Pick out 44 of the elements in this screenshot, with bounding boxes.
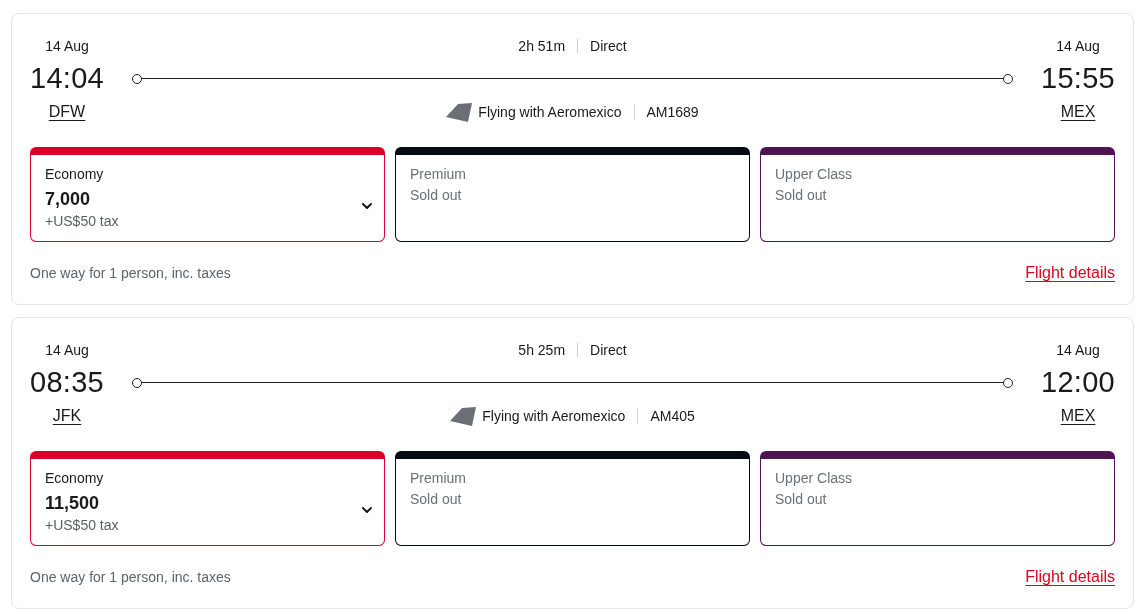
fare-option[interactable]: Economy 7,000 +US$50 tax: [30, 147, 385, 242]
carrier-text: Flying with Aeromexico: [478, 103, 622, 122]
departure-date: 14 Aug: [44, 37, 90, 55]
cabin-label: Economy: [45, 165, 104, 184]
tax-text: +US$50 tax: [45, 212, 119, 231]
airport-link[interactable]: DFW: [48, 102, 86, 122]
fare-note: One way for 1 person, inc. taxes: [30, 264, 231, 282]
flight-details-link[interactable]: Flight details: [1025, 567, 1115, 587]
departure-time: 08:35: [29, 365, 105, 399]
arrival-time: 12:00: [1040, 365, 1116, 399]
airport-link[interactable]: MEX: [1060, 102, 1096, 122]
chevron-down-icon: [362, 507, 372, 513]
flight-number: AM405: [650, 407, 695, 426]
carrier-text: Flying with Aeromexico: [482, 407, 626, 426]
departure-date: 14 Aug: [44, 341, 90, 359]
sold-out-status: Sold out: [775, 490, 827, 509]
airport-link[interactable]: MEX: [1060, 406, 1096, 426]
cabin-label: Premium: [410, 165, 466, 184]
chevron-down-icon: [362, 203, 372, 209]
flight-duration: 5h 25m: [518, 341, 566, 359]
sold-out-status: Sold out: [410, 490, 462, 509]
cabin-label: Upper Class: [775, 469, 853, 488]
arrival-time: 15:55: [1040, 61, 1116, 95]
stops-text: Direct: [590, 341, 627, 359]
tail-fin-icon: [446, 102, 473, 122]
cabin-label: Economy: [45, 469, 104, 488]
stops-text: Direct: [590, 37, 627, 55]
flight-number: AM1689: [646, 103, 699, 122]
points-price: 7,000: [45, 188, 91, 211]
arrival-date: 14 Aug: [1055, 37, 1101, 55]
arrival-date: 14 Aug: [1055, 341, 1101, 359]
tax-text: +US$50 tax: [45, 516, 119, 535]
cabin-label: Premium: [410, 469, 466, 488]
sold-out-status: Sold out: [775, 186, 827, 205]
sold-out-status: Sold out: [410, 186, 462, 205]
departure-time: 14:04: [29, 61, 105, 95]
airport-link[interactable]: JFK: [52, 406, 82, 426]
cabin-label: Upper Class: [775, 165, 853, 184]
flight-details-link[interactable]: Flight details: [1025, 263, 1115, 283]
fare-note: One way for 1 person, inc. taxes: [30, 568, 231, 586]
fare-option[interactable]: Economy 11,500 +US$50 tax: [30, 451, 385, 546]
flight-duration: 2h 51m: [518, 37, 566, 55]
points-price: 11,500: [45, 492, 100, 515]
tail-fin-icon: [450, 406, 477, 426]
